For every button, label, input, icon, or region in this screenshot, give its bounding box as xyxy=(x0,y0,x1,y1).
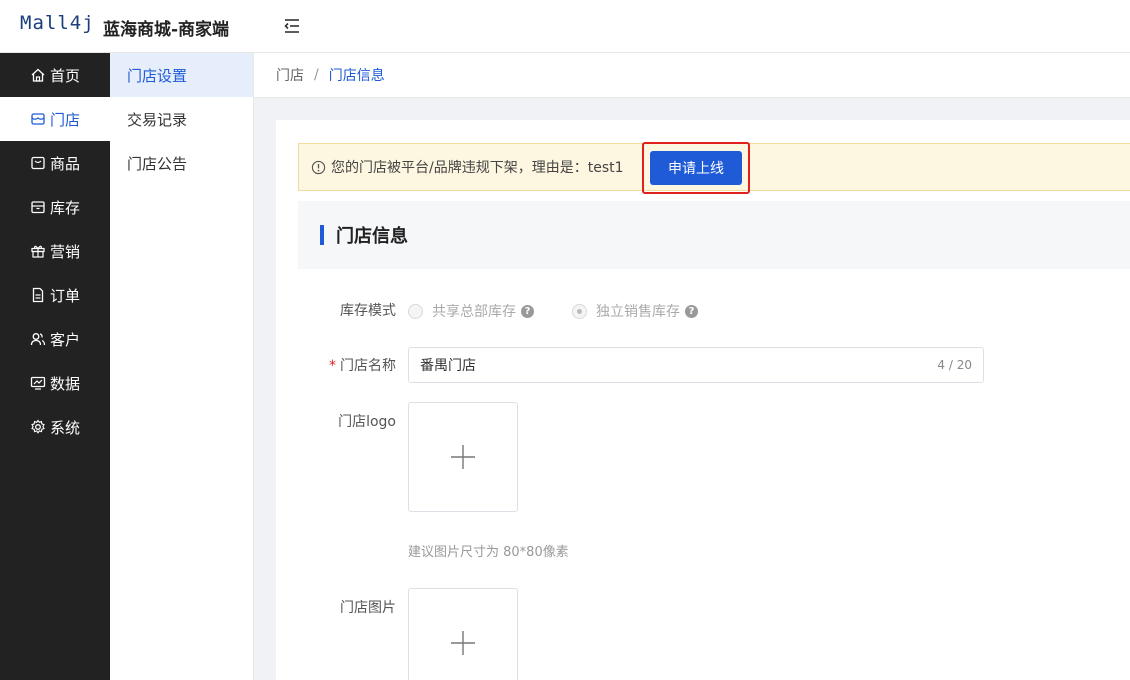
app-logo[interactable]: Mall4j xyxy=(20,12,95,34)
submenu-item-announcements[interactable]: 门店公告 xyxy=(110,141,253,185)
sidebar-item-label: 库存 xyxy=(50,198,81,217)
store-name-label: * 门店名称 xyxy=(276,355,396,375)
char-count: 4 / 20 xyxy=(937,358,972,372)
image-upload-button[interactable] xyxy=(408,588,518,680)
radio-independent-stock[interactable]: 独立销售库存 ? xyxy=(572,301,698,321)
sidebar-item-label: 商品 xyxy=(50,154,81,173)
radio-label: 独立销售库存 xyxy=(596,304,680,320)
store-name-label-text: 门店名称 xyxy=(340,358,396,374)
help-icon[interactable]: ? xyxy=(521,304,534,318)
breadcrumb-current: 门店信息 xyxy=(328,68,385,84)
home-icon xyxy=(30,67,46,83)
store-info-card: 您的门店被平台/品牌违规下架，理由是：test1 申请上线 门店信息 库存模式 … xyxy=(276,120,1130,680)
sidebar-item-label: 数据 xyxy=(50,374,81,393)
sidebar-item-label: 首页 xyxy=(50,66,81,85)
help-icon[interactable]: ? xyxy=(685,304,698,318)
submenu-item-transactions[interactable]: 交易记录 xyxy=(110,97,253,141)
gift-icon xyxy=(30,243,46,259)
logo-upload-button[interactable] xyxy=(408,402,518,512)
radio-shared-stock[interactable]: 共享总部库存 ? xyxy=(408,301,534,321)
goods-icon xyxy=(30,155,46,171)
section-title: 门店信息 xyxy=(336,226,408,247)
alert-text: 您的门店被平台/品牌违规下架，理由是：test1 xyxy=(331,160,624,176)
stock-mode-radio-group: 共享总部库存 ? 独立销售库存 ? xyxy=(408,301,736,321)
stock-mode-label: 库存模式 xyxy=(340,303,396,319)
menu-fold-icon[interactable] xyxy=(282,16,302,36)
store-logo-label: 门店logo xyxy=(338,414,396,430)
required-mark: * xyxy=(329,358,336,374)
sidebar-item-system[interactable]: 系统 xyxy=(0,405,110,449)
submenu-item-store-settings[interactable]: 门店设置 xyxy=(110,53,253,97)
plus-icon xyxy=(451,631,475,655)
sidebar-item-label: 系统 xyxy=(50,418,81,437)
sidebar-item-goods[interactable]: 商品 xyxy=(0,141,110,185)
app-title: 蓝海商城-商家端 xyxy=(103,20,230,40)
breadcrumb-separator: / xyxy=(314,67,319,83)
apply-online-button[interactable]: 申请上线 xyxy=(650,151,742,185)
sidebar-item-label: 门店 xyxy=(50,110,81,129)
sidebar-item-label: 客户 xyxy=(50,330,81,349)
sidebar-item-inventory[interactable]: 库存 xyxy=(0,185,110,229)
inventory-icon xyxy=(30,199,46,215)
breadcrumb-root[interactable]: 门店 xyxy=(276,65,304,85)
store-images-label: 门店图片 xyxy=(340,600,396,616)
sub-sidebar: 门店设置 交易记录 门店公告 xyxy=(110,53,254,680)
sidebar-item-data[interactable]: 数据 xyxy=(0,361,110,405)
breadcrumb: 门店 / 门店信息 xyxy=(254,53,1130,98)
sidebar-item-label: 营销 xyxy=(50,242,81,261)
chart-icon xyxy=(30,375,46,391)
customer-icon xyxy=(30,331,46,347)
order-icon xyxy=(30,287,46,303)
sidebar-item-customer[interactable]: 客户 xyxy=(0,317,110,361)
radio-circle[interactable] xyxy=(572,303,587,319)
sidebar-item-order[interactable]: 订单 xyxy=(0,273,110,317)
gear-icon xyxy=(30,419,46,435)
radio-label: 共享总部库存 xyxy=(432,304,516,320)
logo-size-hint: 建议图片尺寸为 80*80像素 xyxy=(408,545,569,560)
section-accent-bar xyxy=(320,225,324,245)
radio-circle[interactable] xyxy=(408,303,423,319)
store-name-field[interactable]: 4 / 20 xyxy=(408,347,984,383)
store-name-input[interactable] xyxy=(420,357,938,373)
main-sidebar: 首页 门店 商品 库存 营销 订单 客户 数据 系统 xyxy=(0,53,110,680)
info-circle-icon xyxy=(311,160,326,174)
plus-icon xyxy=(451,445,475,469)
sidebar-item-home[interactable]: 首页 xyxy=(0,53,110,97)
sidebar-item-store[interactable]: 门店 xyxy=(0,97,110,141)
section-header: 门店信息 xyxy=(298,201,1130,269)
top-header: Mall4j 蓝海商城-商家端 xyxy=(0,0,1130,53)
store-icon xyxy=(30,111,46,127)
sidebar-item-label: 订单 xyxy=(50,286,81,305)
offline-alert: 您的门店被平台/品牌违规下架，理由是：test1 申请上线 xyxy=(298,142,1130,194)
sidebar-item-marketing[interactable]: 营销 xyxy=(0,229,110,273)
